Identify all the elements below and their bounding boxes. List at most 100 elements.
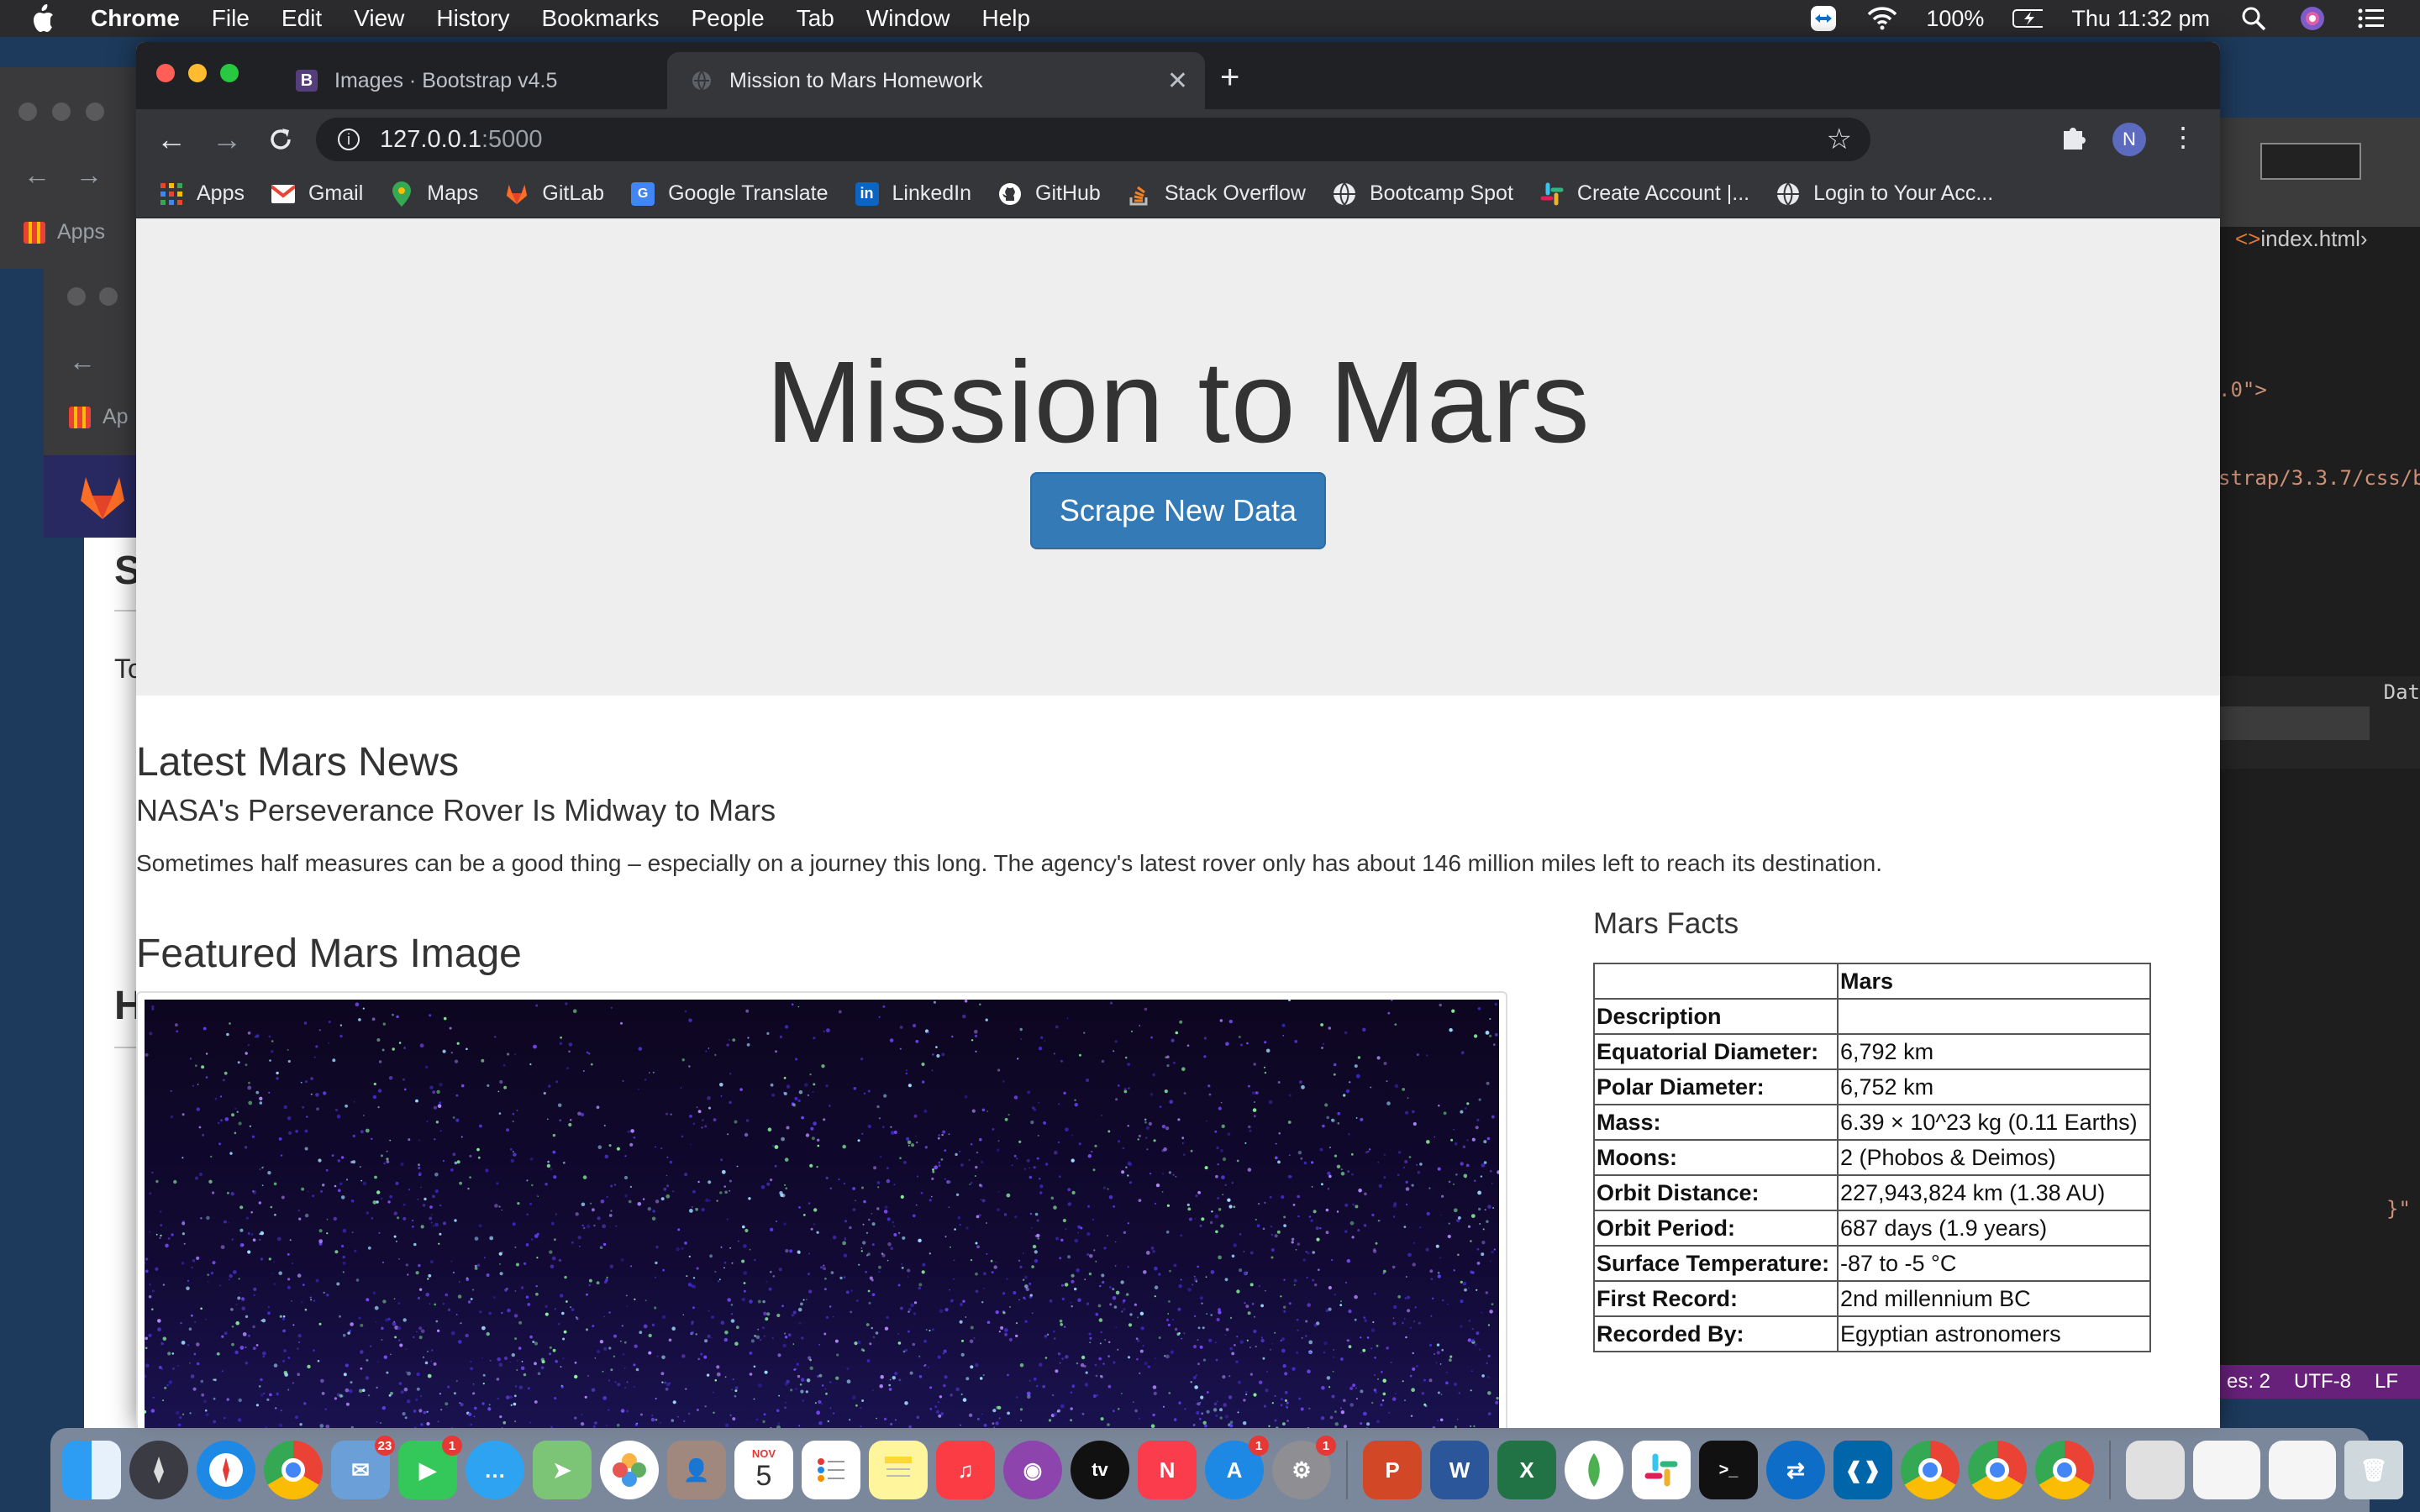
- system-preferences-icon[interactable]: ⚙ 1: [1272, 1436, 1336, 1499]
- background-code-editor: <> index.html › .0"> strap/3.3.7/css/b D…: [2218, 118, 2420, 1399]
- editor-tab[interactable]: <> index.html ›: [2235, 210, 2368, 267]
- slack-app-icon[interactable]: [1632, 1441, 1691, 1499]
- new-tab-button[interactable]: +: [1220, 59, 1239, 97]
- linkedin-icon: in: [855, 181, 879, 206]
- back-arrow-icon: ←: [24, 160, 50, 190]
- teamviewer-app-icon[interactable]: ⇄: [1766, 1441, 1825, 1499]
- battery-percent: 100%: [1926, 5, 1985, 31]
- apple-menu-icon[interactable]: [30, 4, 55, 33]
- bookmark-star-icon[interactable]: ☆: [1827, 123, 1852, 156]
- minimize-window-button[interactable]: [188, 64, 207, 82]
- mars-facts-heading: Mars Facts: [1593, 907, 1739, 940]
- messages-icon[interactable]: …: [466, 1441, 524, 1499]
- chrome-icon[interactable]: [1901, 1441, 1960, 1499]
- reload-icon[interactable]: [262, 121, 299, 158]
- zoom-window-button[interactable]: [220, 64, 239, 82]
- minimized-window-thumbnail[interactable]: [2126, 1441, 2185, 1499]
- battery-icon[interactable]: [2012, 3, 2044, 34]
- music-icon[interactable]: ♫: [936, 1441, 995, 1499]
- chrome-menu-icon[interactable]: ⋮: [2170, 121, 2196, 153]
- minimized-window-thumbnail[interactable]: [2193, 1441, 2260, 1499]
- profile-avatar[interactable]: N: [2112, 123, 2146, 156]
- menu-edit[interactable]: Edit: [281, 5, 322, 32]
- calendar-icon[interactable]: NOV 5: [734, 1441, 793, 1499]
- bootstrap-icon: B: [296, 70, 318, 92]
- finder-icon[interactable]: [62, 1441, 121, 1499]
- word-icon[interactable]: W: [1430, 1441, 1489, 1499]
- menu-history[interactable]: History: [436, 5, 509, 32]
- minimized-window-thumbnail[interactable]: [2269, 1441, 2336, 1499]
- menu-help[interactable]: Help: [981, 5, 1030, 32]
- facetime-icon[interactable]: ▶ 1: [398, 1436, 462, 1499]
- wifi-icon[interactable]: [1867, 3, 1897, 34]
- menu-people[interactable]: People: [692, 5, 765, 32]
- mail-icon[interactable]: ✉ 23: [331, 1436, 395, 1499]
- tab-mission-to-mars[interactable]: Mission to Mars Homework ✕: [667, 52, 1205, 109]
- bookmark-stack-overflow[interactable]: Stack Overflow: [1128, 181, 1306, 206]
- contacts-icon[interactable]: 👤: [667, 1441, 726, 1499]
- apple-tv-icon[interactable]: tv: [1071, 1441, 1129, 1499]
- fact-label: Orbit Period:: [1593, 1210, 1839, 1247]
- page-title: Mission to Mars: [765, 338, 1591, 467]
- menu-app-name[interactable]: Chrome: [91, 5, 180, 32]
- system-preferences-badge: 1: [1316, 1436, 1336, 1456]
- notes-icon[interactable]: [869, 1441, 928, 1499]
- status-spaces[interactable]: es: 2: [2227, 1370, 2270, 1394]
- fact-value: 687 days (1.9 years): [1837, 1210, 2151, 1247]
- fact-label: Moons:: [1593, 1139, 1839, 1176]
- bookmark-label: LinkedIn: [892, 181, 972, 205]
- status-eol[interactable]: LF: [2375, 1370, 2398, 1394]
- menu-window[interactable]: Window: [866, 5, 950, 32]
- excel-icon[interactable]: X: [1497, 1441, 1556, 1499]
- bookmark-bootcamp-spot[interactable]: Bootcamp Spot: [1333, 181, 1513, 206]
- news-icon[interactable]: N: [1138, 1441, 1197, 1499]
- bookmark-gmail[interactable]: Gmail: [271, 181, 363, 206]
- clock[interactable]: Thu 11:32 pm: [2071, 6, 2210, 32]
- bookmark-github[interactable]: GitHub: [998, 181, 1101, 206]
- photos-icon[interactable]: [600, 1441, 659, 1499]
- extensions-puzzle-icon[interactable]: [2060, 123, 2089, 158]
- fact-value: 2nd millennium BC: [1837, 1280, 2151, 1317]
- notification-center-icon[interactable]: [2356, 3, 2386, 34]
- menu-view[interactable]: View: [354, 5, 404, 32]
- bookmark-apps[interactable]: Apps: [160, 181, 245, 206]
- status-encoding[interactable]: UTF-8: [2294, 1370, 2351, 1394]
- forward-arrow-icon[interactable]: →: [208, 121, 245, 158]
- bookmark-gitlab[interactable]: GitLab: [505, 181, 604, 206]
- menu-tab[interactable]: Tab: [797, 5, 834, 32]
- teamviewer-icon[interactable]: [1808, 3, 1839, 34]
- app-store-icon[interactable]: A1: [1205, 1436, 1269, 1499]
- bookmark-maps[interactable]: Maps: [390, 181, 478, 207]
- bookmark-login[interactable]: Login to Your Acc...: [1776, 181, 1993, 206]
- safari-icon[interactable]: [197, 1441, 255, 1499]
- mongodb-compass-icon[interactable]: [1565, 1441, 1623, 1499]
- maps-icon[interactable]: ➤: [533, 1441, 592, 1499]
- back-arrow-icon[interactable]: ←: [153, 121, 190, 158]
- trash-icon[interactable]: 🗑: [2344, 1441, 2403, 1499]
- fact-value: 6,752 km: [1837, 1068, 2151, 1105]
- scrape-new-data-button[interactable]: Scrape New Data: [1030, 472, 1326, 549]
- launchpad-icon[interactable]: [129, 1441, 188, 1499]
- close-window-button[interactable]: [156, 64, 175, 82]
- table-header-cell: [1593, 963, 1839, 1000]
- close-tab-icon[interactable]: ✕: [1167, 66, 1188, 96]
- vscode-icon[interactable]: ❰❱: [1833, 1441, 1892, 1499]
- siri-icon[interactable]: [2297, 3, 2328, 34]
- table-header-cell: Mars: [1837, 963, 2151, 1000]
- chrome-icon[interactable]: [264, 1441, 323, 1499]
- chrome-icon[interactable]: [2035, 1441, 2094, 1499]
- address-bar[interactable]: i 127.0.0.1:5000 ☆: [316, 118, 1870, 161]
- podcasts-icon[interactable]: ◉: [1003, 1441, 1062, 1499]
- bookmark-linkedin[interactable]: in LinkedIn: [855, 181, 972, 206]
- bookmark-google-translate[interactable]: G Google Translate: [631, 181, 829, 206]
- menu-bookmarks[interactable]: Bookmarks: [541, 5, 659, 32]
- site-info-icon[interactable]: i: [338, 129, 360, 150]
- chrome-icon[interactable]: [1968, 1441, 2027, 1499]
- reminders-icon[interactable]: [802, 1441, 860, 1499]
- powerpoint-icon[interactable]: P: [1363, 1441, 1422, 1499]
- terminal-icon[interactable]: >_: [1699, 1441, 1758, 1499]
- bookmark-create-account[interactable]: Create Account |...: [1540, 181, 1749, 206]
- menu-file[interactable]: File: [212, 5, 250, 32]
- spotlight-search-icon[interactable]: [2238, 3, 2269, 34]
- globe-icon: [1333, 181, 1356, 206]
